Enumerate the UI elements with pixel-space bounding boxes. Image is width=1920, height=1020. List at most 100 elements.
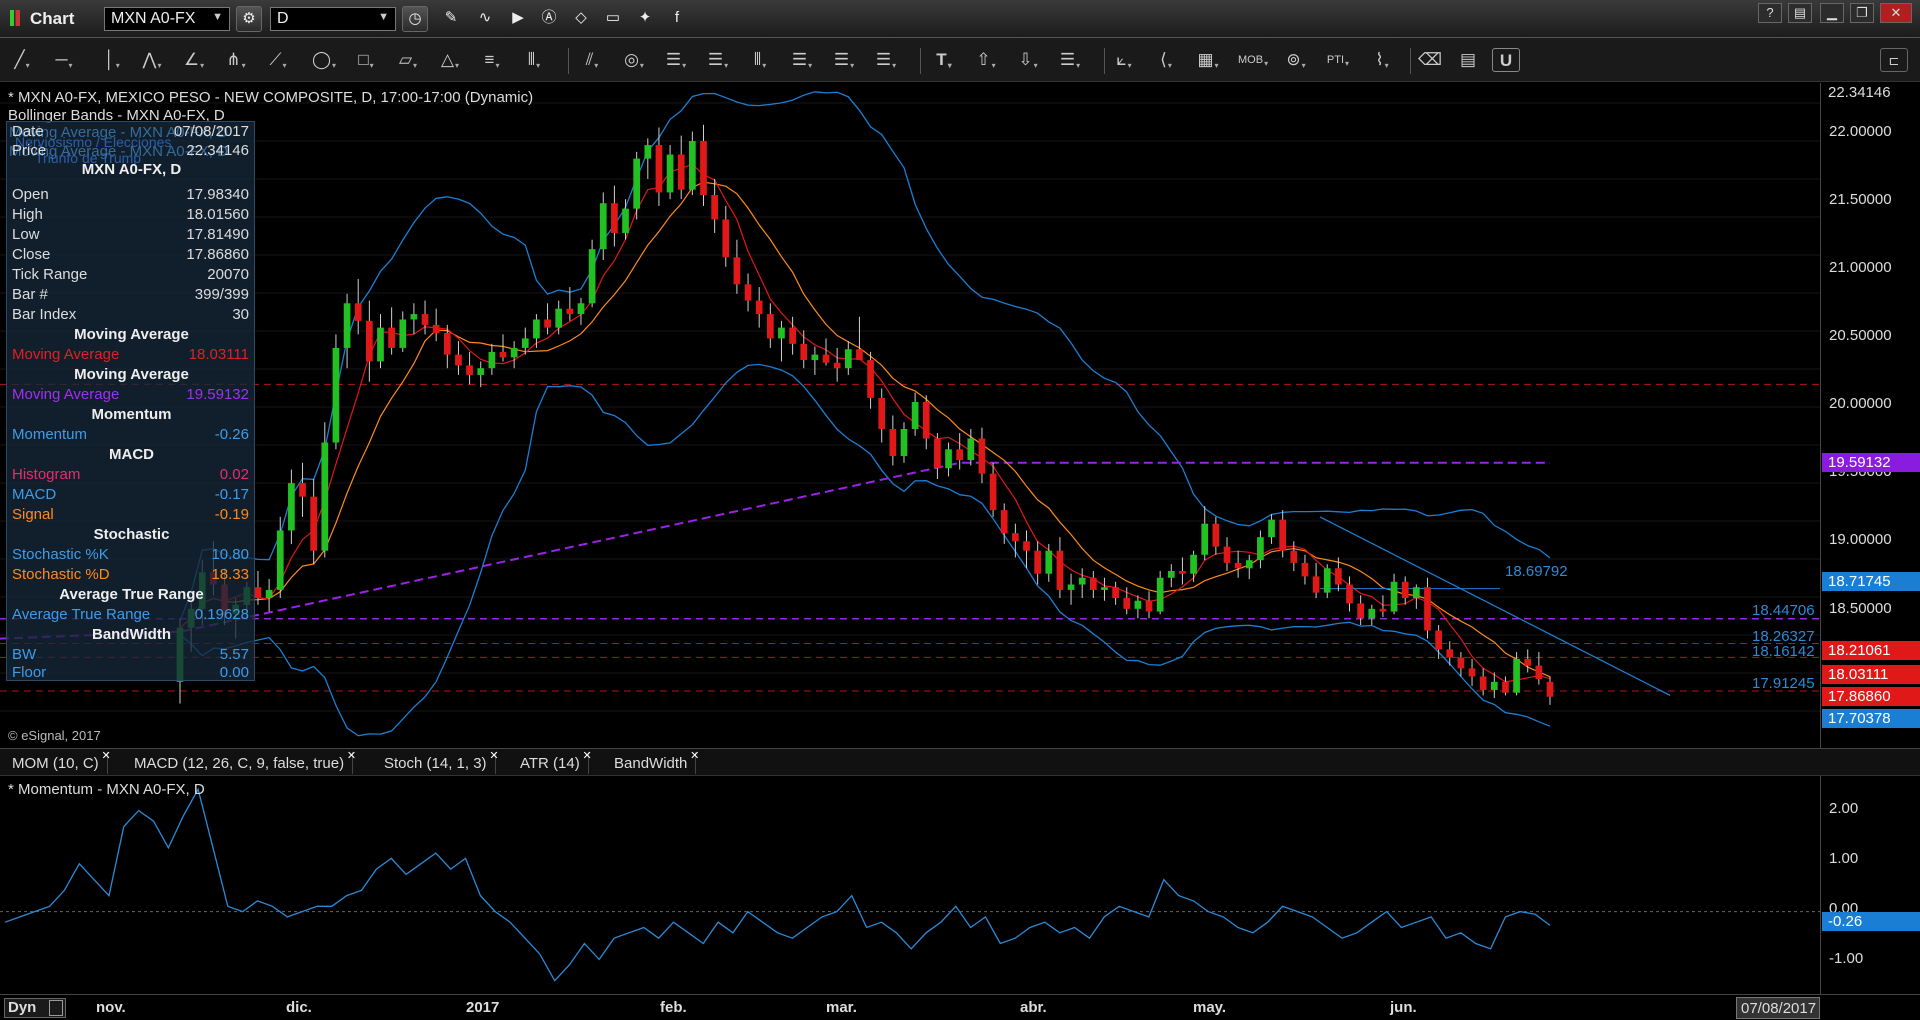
horizontal-line-tool-icon[interactable]: ─▾ — [52, 48, 76, 72]
cycle-lines-tool-icon[interactable]: ⫴▾ — [522, 48, 546, 72]
elliott-wave-tool-icon[interactable]: ⋀▾ — [140, 48, 164, 72]
fib-circles-tool-icon[interactable]: ◎▾ — [622, 48, 646, 72]
fib-time-tool-icon[interactable]: ⦀▾ — [748, 48, 772, 72]
clock-icon[interactable]: ◷ — [402, 6, 428, 32]
candle-body — [1301, 562, 1309, 577]
candle-body — [377, 327, 384, 362]
data-window[interactable]: Moving Average - MXN A0-FX, D Moving Ave… — [6, 121, 255, 681]
momentum-line — [4, 787, 1551, 982]
close-button[interactable]: ✕ — [1880, 3, 1912, 23]
eraser-tool-icon[interactable]: ⌫ — [1418, 48, 1442, 72]
toggle-box-icon[interactable] — [49, 1000, 63, 1016]
dynamic-scale-button[interactable]: Dyn — [4, 998, 66, 1018]
twitter-icon[interactable]: ✦ — [632, 6, 658, 32]
angle-tool-icon[interactable]: ∠▾ — [182, 48, 206, 72]
regression-tool-icon[interactable]: ☰▾ — [874, 48, 898, 72]
stochastic-d-row: Stochastic %D 18.33 — [12, 566, 249, 583]
time-marker-tool-icon[interactable]: ⊚▾ — [1284, 48, 1308, 72]
tab-momentum[interactable]: MOM (10, C) ✕ — [4, 749, 111, 774]
gann-angle-tool-icon[interactable]: ⟀▾ — [1112, 48, 1136, 72]
print-button[interactable]: ▤ — [1788, 3, 1812, 23]
momentum-canvas[interactable] — [0, 776, 1820, 994]
fib-fan-tool-icon[interactable]: ☰▾ — [790, 48, 814, 72]
candle-body — [1435, 630, 1442, 650]
zigzag-tool-icon[interactable]: ⌇▾ — [1370, 48, 1394, 72]
speed-lines-tool-icon[interactable]: ⟨▾ — [1154, 48, 1178, 72]
bollinger-lower-band — [179, 363, 1551, 737]
interval-combobox[interactable]: D ▼ — [270, 7, 396, 31]
restore-button[interactable]: ❐ — [1850, 3, 1874, 23]
momentum-value-tag: -0.26 — [1822, 912, 1920, 931]
candle-body — [455, 354, 462, 366]
candle-body — [499, 351, 507, 358]
fib-retracement-tool-icon[interactable]: ☰▾ — [664, 48, 688, 72]
grid-tool-icon[interactable]: ▦▾ — [1196, 48, 1220, 72]
pti-tool-icon[interactable]: PTI▾ — [1326, 48, 1350, 72]
candle-body — [1156, 577, 1164, 612]
chevron-down-icon[interactable]: ▼ — [212, 11, 223, 23]
price-axis-top-value: 22.34146 — [1822, 83, 1920, 102]
momentum-axis[interactable]: 2.00 1.00 0.00 -1.00 -0.26 — [1820, 776, 1920, 994]
ma1-row: Moving Average 18.03111 — [12, 346, 249, 363]
candle-body — [622, 208, 629, 233]
settings-gear-icon[interactable]: ⚙ — [236, 6, 262, 32]
properties-tool-icon[interactable]: ▤ — [1456, 48, 1480, 72]
momentum-pane[interactable]: * Momentum - MXN A0-FX, D — [0, 776, 1820, 994]
close-icon[interactable]: ✕ — [583, 749, 592, 762]
help-button[interactable]: ? — [1758, 3, 1782, 23]
app-title: Chart — [10, 9, 74, 29]
candle-body — [432, 324, 440, 334]
magnet-tool-icon[interactable]: U — [1492, 48, 1520, 72]
vertical-line-tool-icon[interactable]: │▾ — [100, 48, 124, 72]
pitchfork-tool-icon[interactable]: ⋔▾ — [224, 48, 248, 72]
candle-body — [711, 195, 718, 220]
rectangle-tool-icon[interactable]: □▾ — [354, 48, 378, 72]
chevron-down-icon[interactable]: ▼ — [378, 11, 389, 23]
close-icon[interactable]: ✕ — [489, 749, 498, 762]
tab-stochastic[interactable]: Stoch (14, 1, 3) ✕ — [376, 749, 499, 774]
symbol-combobox[interactable]: MXN A0-FX ▼ — [104, 7, 230, 31]
triangle-tool-icon[interactable]: △▾ — [438, 48, 462, 72]
candle-body — [521, 338, 529, 348]
panel-toggle-icon[interactable]: ⊏ — [1880, 48, 1908, 72]
arrow-up-tool-icon[interactable]: ⇧▾ — [974, 48, 998, 72]
facebook-icon[interactable]: f — [664, 6, 690, 32]
eraser-icon[interactable]: ◇ — [568, 6, 594, 32]
tab-bandwidth[interactable]: BandWidth ✕ — [606, 749, 699, 774]
tab-atr[interactable]: ATR (14) ✕ — [512, 749, 592, 774]
price-chart-pane[interactable]: * MXN A0-FX, MEXICO PESO - NEW COMPOSITE… — [0, 83, 1820, 748]
tab-macd[interactable]: MACD (12, 26, C, 9, false, true) ✕ — [126, 749, 356, 774]
price-chart-canvas[interactable] — [0, 83, 1820, 748]
pencil-icon[interactable]: ✎ — [438, 6, 464, 32]
time-axis[interactable]: Dyn nov. dic. 2017 feb. mar. abr. may. j… — [0, 994, 1920, 1020]
data-window-row: Open 17.98340 — [12, 186, 249, 203]
gann-fan-tool-icon[interactable]: ⟋▾ — [266, 48, 290, 72]
close-icon[interactable]: ✕ — [347, 749, 356, 762]
fib-arc-tool-icon[interactable]: ☰▾ — [832, 48, 856, 72]
close-icon[interactable]: ✕ — [101, 749, 110, 762]
price-marker-tool-icon[interactable]: ☰▾ — [1058, 48, 1082, 72]
candle-body — [588, 249, 596, 304]
minimize-button[interactable]: ▁ — [1820, 3, 1844, 23]
copyright-label: © eSignal, 2017 — [8, 728, 101, 743]
alert-icon[interactable]: Ⓐ — [536, 6, 562, 32]
toolbar-separator — [1104, 48, 1105, 74]
play-icon[interactable]: ▶ — [505, 6, 531, 32]
text-tool-icon[interactable]: T▾ — [932, 48, 956, 72]
parallelogram-tool-icon[interactable]: ▱▾ — [396, 48, 420, 72]
ma-fast-price-tag: 18.03111 — [1822, 665, 1920, 684]
price-axis[interactable]: 22.34146 22.00000 21.50000 21.00000 20.5… — [1820, 83, 1920, 748]
fib-extension-tool-icon[interactable]: ☰▾ — [706, 48, 730, 72]
candle-body — [1457, 657, 1465, 669]
trendline-tool-icon[interactable]: ╱▾ — [10, 48, 34, 72]
data-window-symbol-header: MXN A0-FX, D — [81, 161, 182, 178]
parallel-lines-tool-icon[interactable]: ⫽▾ — [580, 48, 604, 72]
close-icon[interactable]: ✕ — [690, 749, 699, 762]
ellipse-tool-icon[interactable]: ◯▾ — [312, 48, 336, 72]
market-order-book-icon[interactable]: MOB▾ — [1238, 48, 1268, 72]
channel-tool-icon[interactable]: ≡▾ — [480, 48, 504, 72]
floor-row: Floor 0.00 — [12, 664, 249, 681]
comment-icon[interactable]: ▭ — [600, 6, 626, 32]
arrow-down-tool-icon[interactable]: ⇩▾ — [1016, 48, 1040, 72]
chart-line-icon[interactable]: ∿ — [472, 6, 498, 32]
